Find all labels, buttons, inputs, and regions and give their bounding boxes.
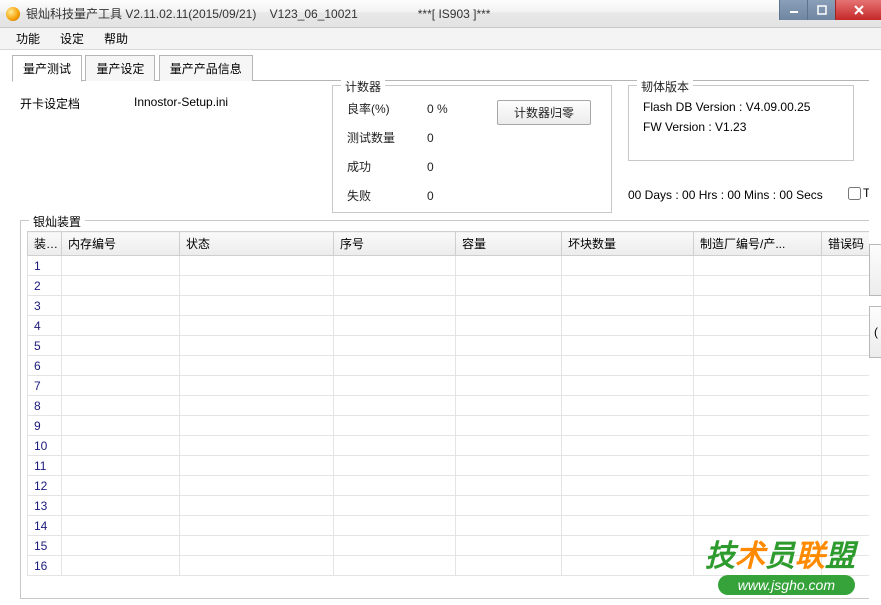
firmware-flashdb: Flash DB Version : V4.09.00.25 <box>643 100 839 114</box>
table-row[interactable]: 3 <box>28 296 870 316</box>
counter-tested-label: 测试数量 <box>343 123 423 152</box>
counter-ng-value: 0 <box>423 181 493 210</box>
row-number: 5 <box>28 336 62 356</box>
devices-grid-header[interactable]: 装... <box>28 232 62 256</box>
firmware-fw: FW Version : V1.23 <box>643 120 839 134</box>
right-edge-checkbox-label: T <box>863 186 869 200</box>
menu-item-help[interactable]: 帮助 <box>94 28 138 49</box>
row-number: 2 <box>28 276 62 296</box>
window-titlebar: 银灿科技量产工具 V2.11.02.11(2015/09/21) V123_06… <box>0 0 881 28</box>
row-number: 11 <box>28 456 62 476</box>
counter-groupbox: 计数器 良率(%) 0 % 计数器归零 测试数量 0 成功 <box>332 85 612 213</box>
firmware-groupbox: 韧体版本 Flash DB Version : V4.09.00.25 FW V… <box>628 85 854 161</box>
right-side-button-2-label: ( <box>874 325 878 339</box>
config-file-value: Innostor-Setup.ini <box>134 95 228 109</box>
row-number: 3 <box>28 296 62 316</box>
upper-panel: 开卡设定档 Innostor-Setup.ini 计数器 良率(%) 0 % 计… <box>12 80 869 215</box>
menu-item-function[interactable]: 功能 <box>6 28 50 49</box>
devices-grid-header[interactable]: 状态 <box>180 232 334 256</box>
devices-grid-header[interactable]: 坏块数量 <box>562 232 694 256</box>
devices-grid[interactable]: 装...内存编号状态序号容量坏块数量制造厂编号/产...错误码 12345678… <box>27 231 869 576</box>
row-number: 7 <box>28 376 62 396</box>
minimize-icon <box>789 5 799 15</box>
table-row[interactable]: 13 <box>28 496 870 516</box>
row-number: 9 <box>28 416 62 436</box>
right-side-button-2[interactable]: ( <box>869 306 881 358</box>
tab-mp-product-info[interactable]: 量产产品信息 <box>159 55 253 81</box>
table-row[interactable]: 10 <box>28 436 870 456</box>
table-row[interactable]: 5 <box>28 336 870 356</box>
table-row[interactable]: 2 <box>28 276 870 296</box>
config-file-label: 开卡设定档 <box>20 95 80 112</box>
counter-tested-value: 0 <box>423 123 493 152</box>
devices-grid-header[interactable]: 序号 <box>334 232 456 256</box>
maximize-button[interactable] <box>807 0 835 20</box>
table-row[interactable]: 16 <box>28 556 870 576</box>
minimize-button[interactable] <box>779 0 807 20</box>
counter-group-title: 计数器 <box>341 80 385 95</box>
tab-mp-test[interactable]: 量产测试 <box>12 55 82 82</box>
table-row[interactable]: 11 <box>28 456 870 476</box>
devices-grid-header[interactable]: 内存编号 <box>62 232 180 256</box>
counter-ok-value: 0 <box>423 152 493 181</box>
table-row[interactable]: 6 <box>28 356 870 376</box>
window-title: 银灿科技量产工具 V2.11.02.11(2015/09/21) V123_06… <box>26 5 490 22</box>
row-number: 6 <box>28 356 62 376</box>
counter-ok-label: 成功 <box>343 152 423 181</box>
counter-reset-button[interactable]: 计数器归零 <box>497 100 591 125</box>
table-row[interactable]: 1 <box>28 256 870 276</box>
devices-groupbox: 银灿装置 装...内存编号状态序号容量坏块数量制造厂编号/产...错误码 123… <box>20 220 869 599</box>
row-number: 1 <box>28 256 62 276</box>
menu-item-settings[interactable]: 设定 <box>50 28 94 49</box>
table-row[interactable]: 4 <box>28 316 870 336</box>
table-row[interactable]: 15 <box>28 536 870 556</box>
row-number: 10 <box>28 436 62 456</box>
row-number: 14 <box>28 516 62 536</box>
maximize-icon <box>817 5 827 15</box>
row-number: 16 <box>28 556 62 576</box>
row-number: 13 <box>28 496 62 516</box>
devices-grid-header[interactable]: 制造厂编号/产... <box>694 232 822 256</box>
close-button[interactable] <box>835 0 881 20</box>
devices-grid-wrap: 装...内存编号状态序号容量坏块数量制造厂编号/产...错误码 12345678… <box>27 231 869 594</box>
app-icon <box>6 7 20 21</box>
row-number: 4 <box>28 316 62 336</box>
client-area: 量产测试 量产设定 量产产品信息 开卡设定档 Innostor-Setup.in… <box>2 50 879 603</box>
table-row[interactable]: 12 <box>28 476 870 496</box>
row-number: 8 <box>28 396 62 416</box>
tab-page-mp-test: 开卡设定档 Innostor-Setup.ini 计数器 良率(%) 0 % 计… <box>12 80 869 599</box>
table-row[interactable]: 9 <box>28 416 870 436</box>
counter-rate-value: 0 % <box>423 94 493 123</box>
tab-mp-settings[interactable]: 量产设定 <box>85 55 155 81</box>
elapsed-timer: 00 Days : 00 Hrs : 00 Mins : 00 Secs <box>628 188 823 202</box>
counter-ng-label: 失败 <box>343 181 423 210</box>
row-number: 12 <box>28 476 62 496</box>
table-row[interactable]: 14 <box>28 516 870 536</box>
row-number: 15 <box>28 536 62 556</box>
firmware-group-title: 韧体版本 <box>637 80 693 95</box>
counter-rate-label: 良率(%) <box>343 94 423 123</box>
right-edge-checkbox[interactable]: T <box>848 186 869 200</box>
table-row[interactable]: 8 <box>28 396 870 416</box>
devices-grid-header[interactable]: 错误码 <box>822 232 870 256</box>
right-side-button-1[interactable] <box>869 244 881 296</box>
table-row[interactable]: 7 <box>28 376 870 396</box>
close-icon <box>853 5 865 15</box>
tab-strip: 量产测试 量产设定 量产产品信息 <box>12 54 869 80</box>
devices-group-title: 银灿装置 <box>29 213 85 230</box>
right-edge-checkbox-input[interactable] <box>848 187 861 200</box>
menu-bar: 功能 设定 帮助 <box>0 28 881 50</box>
window-controls <box>779 0 881 20</box>
devices-grid-header[interactable]: 容量 <box>456 232 562 256</box>
